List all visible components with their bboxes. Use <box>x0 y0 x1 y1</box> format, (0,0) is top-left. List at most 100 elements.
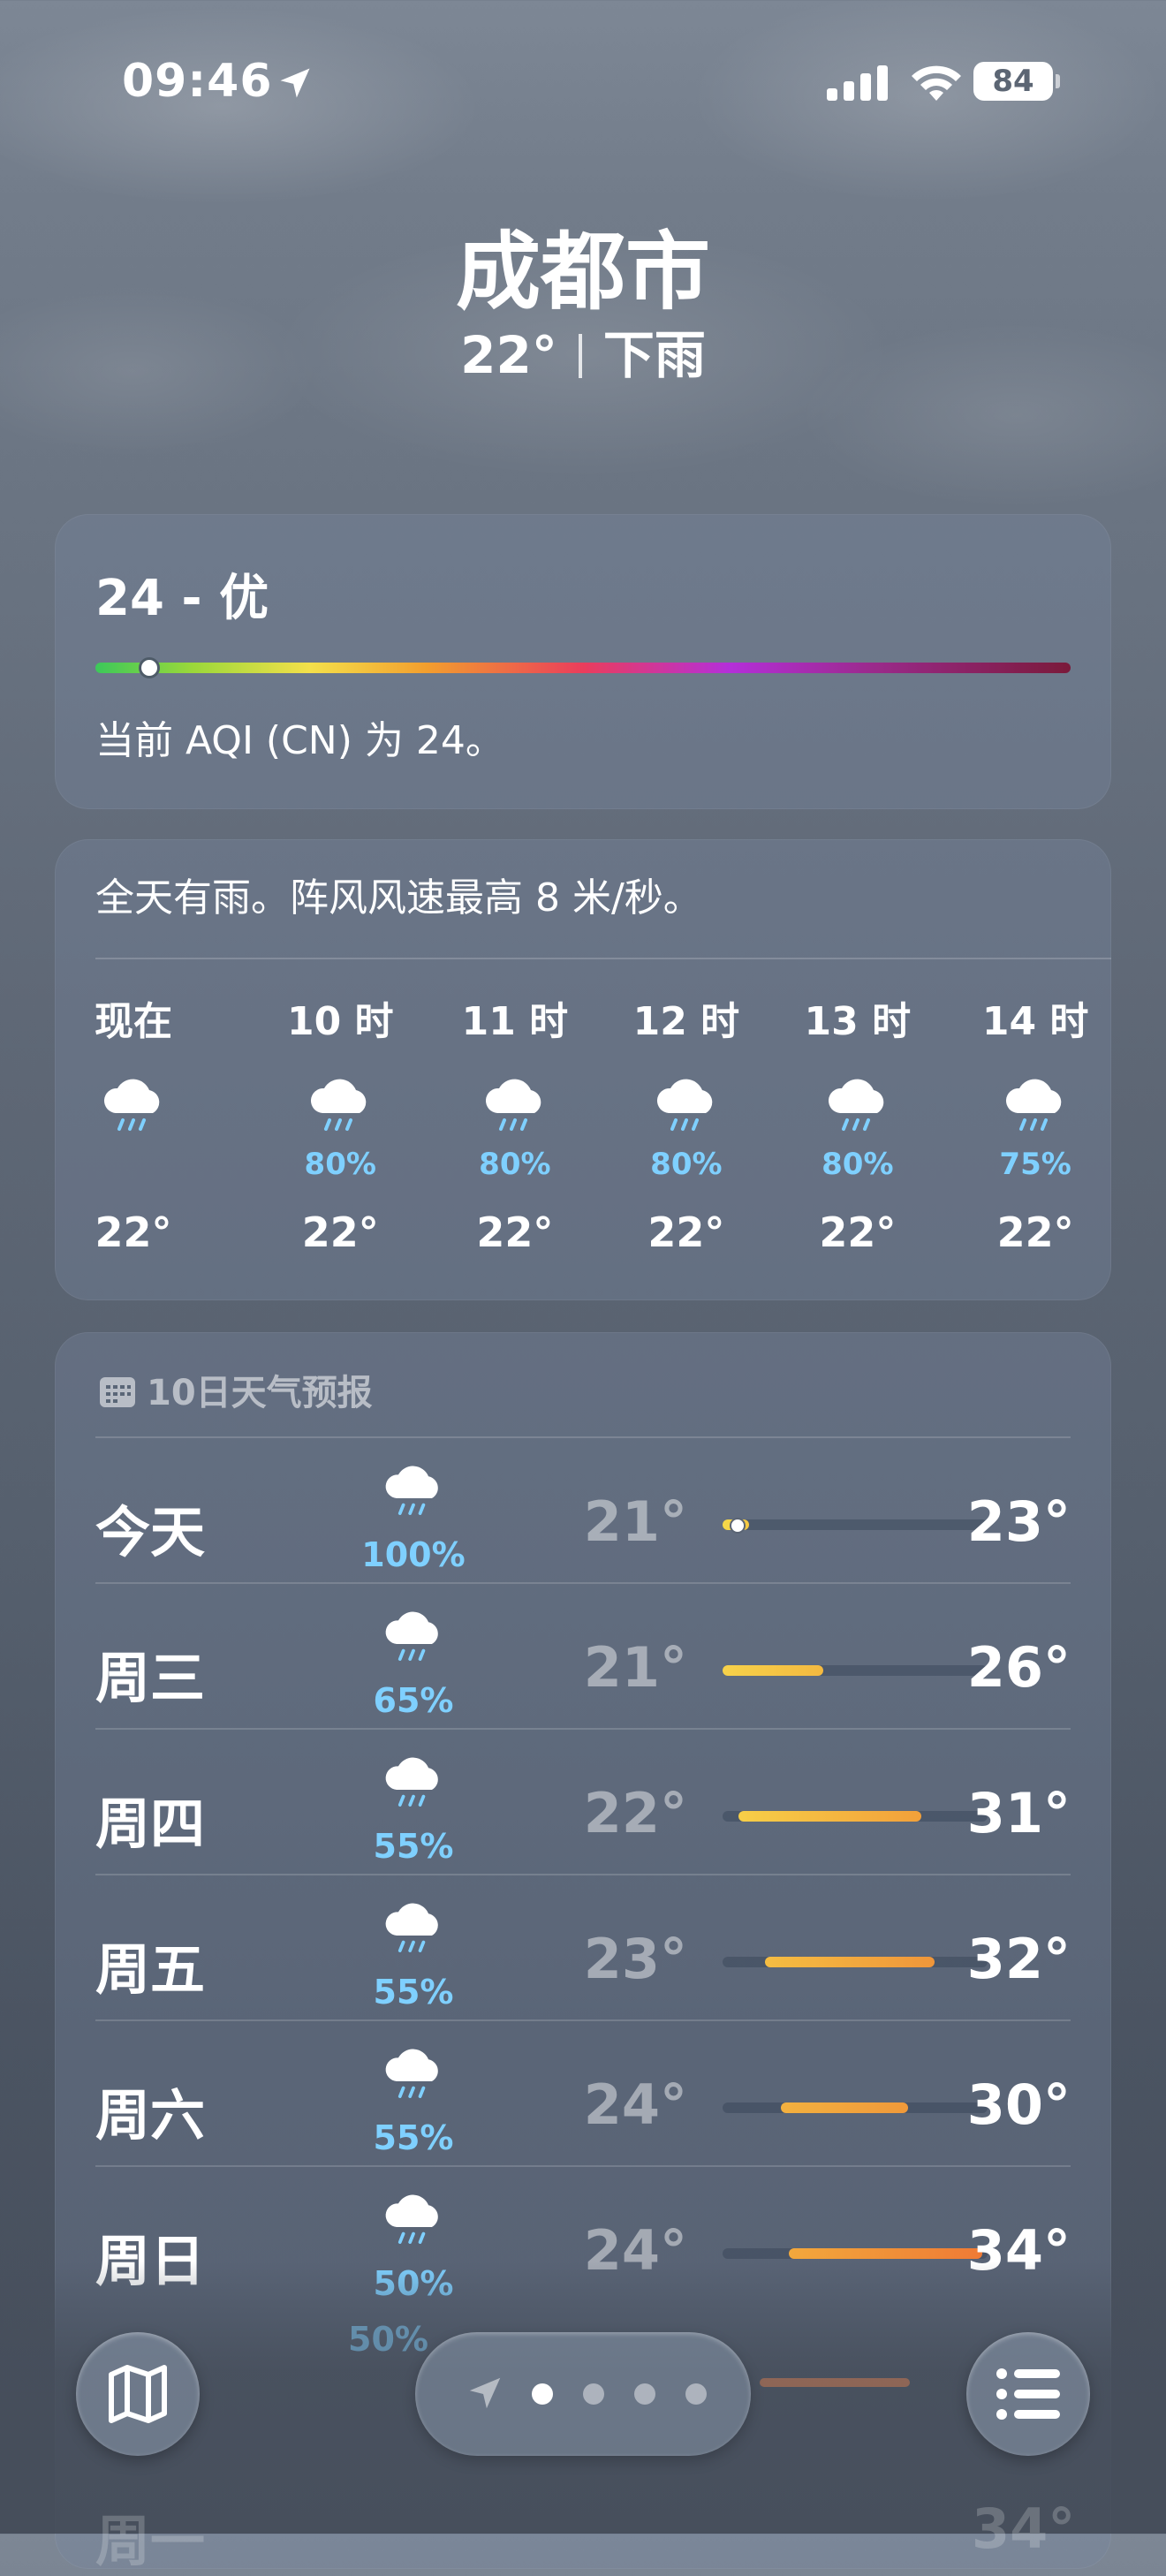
map-icon <box>109 2365 167 2423</box>
precip-chance: 55% <box>373 2118 454 2157</box>
low-temp: 21° <box>583 1635 687 1700</box>
day-name: 周三 <box>95 1646 206 1710</box>
weather-icon <box>969 1078 1102 1147</box>
low-temp: 23° <box>583 1927 687 1991</box>
high-temp: 30° <box>966 2072 1071 2137</box>
weather-icon <box>449 1078 581 1147</box>
aqi-marker <box>139 657 161 678</box>
daily-row[interactable]: 周四 55% 22° 31° <box>95 1728 1071 1875</box>
cloud-rain-icon <box>385 2049 438 2098</box>
temp-range-bar <box>723 2102 988 2113</box>
high-temp: 31° <box>966 1781 1071 1845</box>
cloud-rain-icon <box>385 1466 438 1515</box>
cloud-rain-icon <box>656 1079 713 1131</box>
page-dot[interactable] <box>634 2383 655 2405</box>
high-temp: 23° <box>966 1489 1071 1554</box>
temp-range-fill <box>789 2248 982 2259</box>
temp-range-fill <box>781 2102 908 2113</box>
partial-day-name: 周一 <box>95 2509 206 2573</box>
partial-temp-bar <box>760 2378 910 2387</box>
low-temp: 24° <box>583 2072 687 2137</box>
hourly-item: 13 时 80% 22° <box>791 989 924 1256</box>
hour-label: 11 时 <box>461 999 569 1044</box>
precip-chance <box>67 1147 200 1182</box>
daily-forecast-header: 10日天气预报 <box>99 1364 373 1415</box>
map-button[interactable] <box>76 2332 200 2456</box>
air-quality-card[interactable]: 24 - 优 当前 AQI (CN) 为 24。 <box>55 514 1111 809</box>
cloud-rain-icon <box>311 1079 367 1131</box>
day-name: 周五 <box>95 1937 206 2002</box>
precip-chance: 80% <box>650 1147 723 1182</box>
hour-temp: 22° <box>996 1208 1074 1256</box>
hour-label: 12 时 <box>632 999 740 1044</box>
aqi-scale-bar <box>95 663 1071 673</box>
hour-label: 10 时 <box>286 999 394 1044</box>
hour-temp: 22° <box>819 1208 897 1256</box>
cloud-rain-icon <box>385 1903 438 1952</box>
location-arrow-icon <box>469 2377 501 2409</box>
city-name: 成都市 <box>456 223 710 322</box>
temp-range-bar <box>723 1665 988 1676</box>
precip-chance: 80% <box>304 1147 376 1182</box>
day-name: 周六 <box>95 2083 206 2148</box>
temp-range-bar <box>723 1957 988 1967</box>
hour-temp: 22° <box>647 1208 725 1256</box>
precip-chance: 80% <box>479 1147 551 1182</box>
cloud-rain-icon <box>103 1079 160 1131</box>
weather-icon <box>620 1078 753 1147</box>
page-indicator[interactable] <box>415 2332 751 2456</box>
hourly-item: 现在 22° <box>67 989 200 1256</box>
high-temp: 32° <box>966 1927 1071 1991</box>
weather-icon-wrap <box>360 1610 466 1670</box>
weather-icon-wrap <box>360 1756 466 1815</box>
weather-icon-wrap <box>360 1902 466 1961</box>
aqi-value: 24 - 优 <box>95 570 269 627</box>
weather-icon <box>67 1078 200 1147</box>
current-conditions: 22° 下雨 <box>0 314 1166 388</box>
battery-indicator: 84 <box>973 62 1060 101</box>
cloud-rain-icon <box>1006 1079 1062 1131</box>
temp-range-bar <box>723 2248 988 2259</box>
location-arrow-icon <box>280 68 310 98</box>
hourly-summary: 全天有雨。阵风风速最高 8 米/秒。 <box>95 875 702 921</box>
temp-range-fill <box>765 1957 935 1967</box>
page-dot[interactable] <box>532 2383 553 2405</box>
cloud-rain-icon <box>828 1079 884 1131</box>
wifi-icon <box>912 65 961 101</box>
precip-chance: 55% <box>373 1827 454 1866</box>
cloud-rain-icon <box>485 1079 541 1131</box>
cloud-rain-icon <box>385 1757 438 1807</box>
temp-range-bar <box>723 1811 988 1822</box>
cloud-rain-icon <box>385 1611 438 1661</box>
hour-temp: 22° <box>301 1208 379 1256</box>
partial-day-precip: 50% <box>348 2320 428 2359</box>
temp-range-fill <box>723 1665 823 1676</box>
daily-row[interactable]: 周五 55% 23° 32° <box>95 1874 1071 2020</box>
city-list-button[interactable] <box>966 2332 1090 2456</box>
page-dot[interactable] <box>685 2383 707 2405</box>
hour-label: 现在 <box>95 999 172 1044</box>
status-bar: 09:46 84 <box>0 55 1166 117</box>
cellular-signal-icon <box>827 65 888 101</box>
hourly-forecast-card[interactable]: 全天有雨。阵风风速最高 8 米/秒。 现在 22° 10 时 80% 22° 11 时 80… <box>55 839 1111 1300</box>
daily-row[interactable]: 周六 55% 24° 30° <box>95 2019 1071 2166</box>
partial-day-high: 34° <box>972 2496 1076 2561</box>
current-temperature: 22° <box>460 325 557 385</box>
weather-icon-wrap <box>360 2048 466 2107</box>
low-temp: 22° <box>583 1781 687 1845</box>
hour-label: 14 时 <box>981 999 1089 1044</box>
daily-row[interactable]: 今天 100% 21° 23° <box>95 1436 1071 1583</box>
weather-icon-wrap <box>360 2193 466 2253</box>
page-dot[interactable] <box>583 2383 604 2405</box>
current-condition-text: 下雨 <box>602 325 706 385</box>
daily-forecast-title: 10日天气预报 <box>147 1373 373 1413</box>
hour-temp: 22° <box>95 1208 172 1256</box>
day-name: 周四 <box>95 1792 206 1856</box>
current-temp-dot <box>730 1518 746 1534</box>
temp-range-bar <box>723 1518 988 1534</box>
day-name: 今天 <box>95 1500 206 1565</box>
precip-chance: 75% <box>999 1147 1071 1182</box>
daily-row[interactable]: 周三 65% 21° 26° <box>95 1582 1071 1729</box>
divider <box>578 334 582 378</box>
aqi-description: 当前 AQI (CN) 为 24。 <box>95 718 504 763</box>
